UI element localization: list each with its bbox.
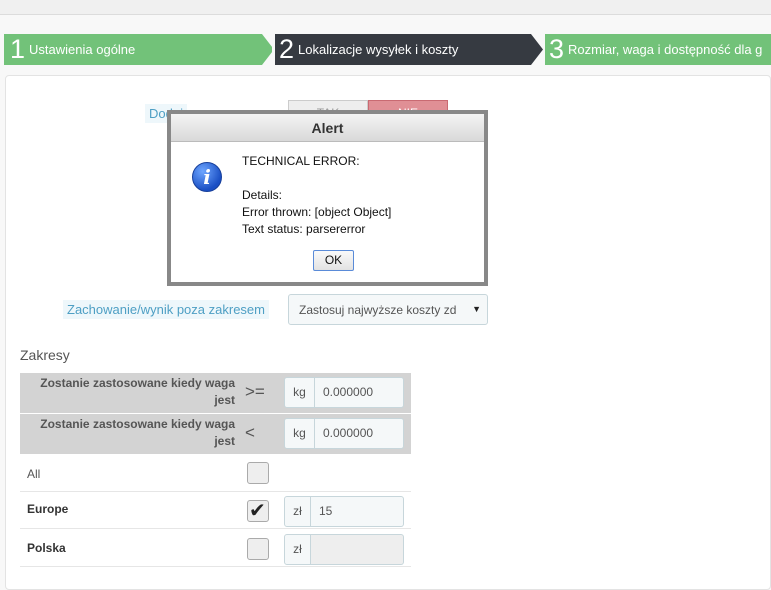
select-value: Zastosuj najwyższe koszty zd	[299, 303, 457, 317]
unit-addon: kg	[284, 377, 315, 408]
step-label: Rozmiar, waga i dostępność dla g	[568, 42, 763, 57]
range-label-line2: jest	[214, 434, 235, 448]
step-number: 3	[549, 34, 565, 64]
checkmark-icon: ✔	[249, 500, 266, 522]
dialog-title: Alert	[171, 114, 484, 142]
message-line: TECHNICAL ERROR:	[242, 154, 360, 168]
wizard-step-2[interactable]: 2 Lokalizacje wysyłek i koszty	[275, 34, 543, 65]
range-label-line1: Zostanie zastosowane kiedy waga	[40, 376, 235, 390]
alert-dialog: Alert i TECHNICAL ERROR: Details: Error …	[167, 110, 488, 286]
step-number: 1	[10, 34, 26, 64]
step-label: Lokalizacje wysyłek i koszty	[298, 42, 459, 57]
message-line: Error thrown: [object Object]	[242, 205, 392, 219]
top-bar	[0, 0, 771, 15]
zone-name: Polska	[27, 541, 66, 555]
currency-addon: zł	[284, 534, 311, 565]
range-max-input[interactable]: 0.000000	[315, 418, 404, 449]
zone-checkbox[interactable]	[247, 462, 269, 484]
message-line: Text status: parsererror	[242, 222, 366, 236]
currency-addon: zł	[284, 496, 311, 527]
message-line: Details:	[242, 188, 283, 202]
out-of-range-label: Zachowanie/wynik poza zakresem	[63, 300, 269, 319]
range-operator: <	[245, 423, 255, 442]
range-label-line1: Zostanie zastosowane kiedy waga	[40, 417, 235, 431]
range-min-input[interactable]: 0.000000	[315, 377, 404, 408]
range-label-line2: jest	[214, 393, 235, 407]
zone-name: All	[27, 467, 41, 481]
wizard-step-3[interactable]: 3 Rozmiar, waga i dostępność dla g	[545, 34, 771, 65]
step-label: Ustawienia ogólne	[29, 42, 136, 57]
info-icon: i	[192, 162, 222, 192]
zone-name: Europe	[27, 502, 69, 516]
range-row-min: Zostanie zastosowane kiedy waga jest >= …	[20, 373, 411, 413]
zone-row-all: All	[20, 455, 411, 492]
out-of-range-select[interactable]: Zastosuj najwyższe koszty zd ▼	[288, 294, 488, 325]
ok-button[interactable]: OK	[313, 250, 354, 271]
zone-checkbox[interactable]	[247, 538, 269, 560]
caret-down-icon: ▼	[472, 304, 481, 314]
zone-checkbox[interactable]: ✔	[247, 500, 269, 522]
wizard-steps: 1 Ustawienia ogólne 2 Lokalizacje wysyłe…	[0, 34, 771, 65]
range-label: Zostanie zastosowane kiedy waga jest	[20, 416, 235, 450]
range-row-max: Zostanie zastosowane kiedy waga jest < k…	[20, 414, 411, 454]
step-number: 2	[279, 34, 295, 64]
wizard-step-1[interactable]: 1 Ustawienia ogólne	[4, 34, 272, 65]
ranges-heading: Zakresy	[20, 347, 70, 363]
range-label: Zostanie zastosowane kiedy waga jest	[20, 375, 235, 409]
zone-row-europe: Europe ✔ zł 15	[20, 492, 411, 529]
range-operator: >=	[245, 382, 265, 401]
zone-price-input[interactable]: 15	[311, 496, 404, 527]
zone-row-polska: Polska zł	[20, 530, 411, 567]
zone-price-input[interactable]	[311, 534, 404, 565]
dialog-message: TECHNICAL ERROR: Details: Error thrown: …	[242, 153, 391, 238]
unit-addon: kg	[284, 418, 315, 449]
